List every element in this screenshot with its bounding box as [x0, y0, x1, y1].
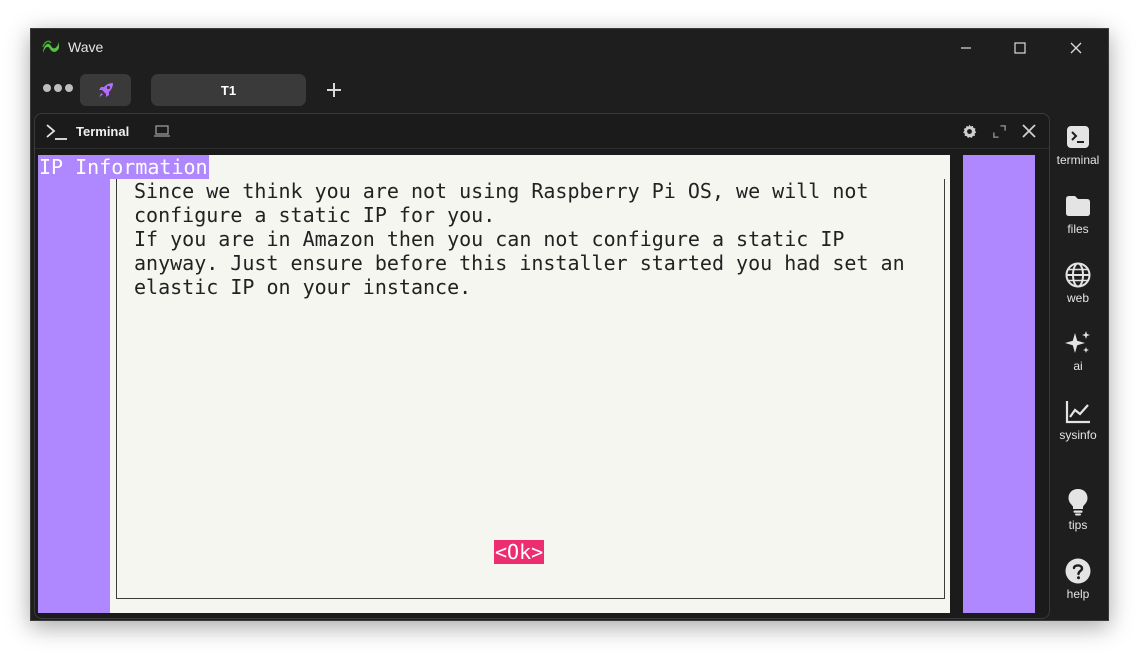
- sidebar-item-tips[interactable]: tips: [1050, 488, 1106, 544]
- sidebar-label: help: [1066, 587, 1090, 601]
- sidebar-label: web: [1066, 291, 1089, 305]
- message-line: Since we think you are not using Raspber…: [134, 179, 869, 203]
- whiptail-backdrop-right: [963, 155, 1035, 613]
- add-tab-button[interactable]: [321, 77, 347, 103]
- message-line: anyway. Just ensure before this installe…: [134, 251, 905, 275]
- sidebar-item-files[interactable]: files: [1050, 192, 1106, 248]
- sidebar-label: sysinfo: [1059, 428, 1097, 442]
- close-icon: [1070, 42, 1082, 54]
- expand-icon: [992, 124, 1006, 138]
- terminal-icon: [1067, 126, 1089, 148]
- lightbulb-icon: [1068, 489, 1088, 516]
- whiptail-backdrop-left: [38, 155, 110, 613]
- dialog-message: Since we think you are not using Raspber…: [134, 179, 905, 299]
- wave-logo-icon: [42, 40, 59, 53]
- sidebar-item-web[interactable]: web: [1050, 261, 1106, 317]
- sparkles-icon: [1065, 331, 1090, 353]
- message-line: elastic IP on your instance.: [134, 275, 472, 299]
- maximize-button[interactable]: [997, 33, 1043, 63]
- wave-window: Wave T1 Terminal IP Information Since we…: [30, 28, 1109, 621]
- connection-laptop-icon[interactable]: [153, 123, 171, 139]
- rocket-icon: [98, 83, 113, 97]
- widget-sidebar: terminal files web ai sysinfo tips help: [1050, 113, 1106, 619]
- folder-icon: [1066, 196, 1090, 216]
- sidebar-label: tips: [1068, 518, 1088, 532]
- maximize-icon: [1014, 42, 1026, 54]
- window-title: Wave: [68, 39, 104, 55]
- sidebar-item-help[interactable]: help: [1050, 557, 1106, 613]
- settings-button[interactable]: [960, 122, 978, 140]
- sidebar-item-sysinfo[interactable]: sysinfo: [1050, 398, 1106, 454]
- title-bar: Wave: [31, 29, 1108, 67]
- block-header: Terminal: [35, 114, 1049, 149]
- more-menu-icon[interactable]: [43, 84, 75, 94]
- tab-bar: T1: [31, 71, 1108, 109]
- sidebar-label: files: [1067, 222, 1089, 236]
- minimize-button[interactable]: [943, 33, 989, 63]
- chart-icon: [1065, 401, 1090, 424]
- close-icon: [1022, 124, 1036, 138]
- gear-icon: [962, 124, 976, 138]
- sidebar-label: ai: [1073, 359, 1083, 373]
- ok-button[interactable]: <Ok>: [494, 540, 545, 564]
- globe-icon: [1065, 262, 1091, 288]
- tab-t1[interactable]: T1: [151, 74, 306, 106]
- message-line: If you are in Amazon then you can not co…: [134, 227, 845, 251]
- terminal-prompt-icon: [46, 124, 67, 140]
- sidebar-item-ai[interactable]: ai: [1050, 329, 1106, 385]
- plus-icon: [327, 83, 341, 97]
- terminal-block: Terminal IP Information Since we think y…: [34, 113, 1050, 619]
- terminal-view[interactable]: IP Information Since we think you are no…: [38, 155, 1035, 613]
- sidebar-label: terminal: [1056, 153, 1100, 167]
- sidebar-item-terminal[interactable]: terminal: [1050, 123, 1106, 179]
- minimize-icon: [961, 47, 971, 49]
- close-window-button[interactable]: [1053, 33, 1099, 63]
- workspace-switcher-button[interactable]: [80, 74, 131, 106]
- close-block-button[interactable]: [1020, 122, 1038, 140]
- help-icon: [1065, 558, 1091, 584]
- dialog-title: IP Information: [38, 155, 209, 179]
- maximize-block-button[interactable]: [990, 122, 1008, 140]
- block-title: Terminal: [76, 124, 130, 139]
- message-line: configure a static IP for you.: [134, 203, 496, 227]
- tab-label: T1: [220, 82, 237, 98]
